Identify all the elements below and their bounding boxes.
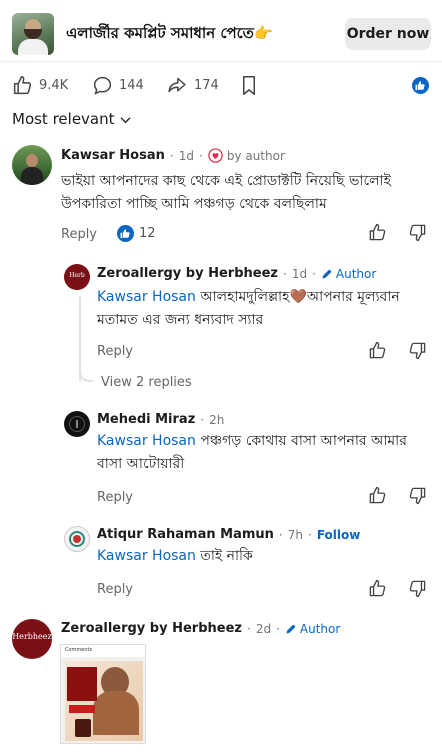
reply-button[interactable]: Reply bbox=[61, 227, 97, 242]
author-tag: Author bbox=[285, 622, 340, 636]
separator-dot: · bbox=[276, 621, 280, 636]
commenter-name[interactable]: Mehedi Miraz bbox=[97, 412, 195, 427]
reply-text-line2: বাসা আটোয়ারী bbox=[97, 456, 185, 472]
view-replies-button[interactable]: View 2 replies bbox=[101, 375, 192, 390]
like-comment-icon[interactable] bbox=[368, 579, 387, 602]
separator-dot: · bbox=[169, 148, 174, 163]
comment-image-attachment[interactable]: Comments bbox=[60, 644, 146, 744]
share-action[interactable]: 174 bbox=[166, 74, 219, 96]
pencil-icon bbox=[321, 268, 333, 280]
reply-text: Kawsar Hosan তাই নাকি bbox=[97, 545, 432, 568]
reply-text-body: পঞ্চগড় কোথায় বাসা আপনার আমার bbox=[195, 433, 407, 449]
dislike-comment-icon[interactable] bbox=[408, 579, 427, 602]
dislike-comment-icon[interactable] bbox=[408, 223, 427, 246]
reply-button[interactable]: Reply bbox=[97, 490, 133, 505]
reply-header: Atiqur Rahaman Mamun · 7h · Follow bbox=[97, 527, 360, 542]
order-now-button[interactable]: Order now bbox=[345, 18, 431, 50]
like-action[interactable]: 9.4K bbox=[12, 74, 68, 96]
mention-link[interactable]: Kawsar Hosan bbox=[97, 289, 196, 305]
avatar[interactable] bbox=[64, 526, 90, 552]
like-badge-icon bbox=[117, 225, 134, 242]
separator-dot: · bbox=[200, 412, 205, 427]
like-comment-icon[interactable] bbox=[368, 223, 387, 246]
share-arrow-icon bbox=[166, 75, 188, 96]
dislike-comment-icon[interactable] bbox=[408, 486, 427, 509]
reply-time: 1d bbox=[291, 266, 308, 281]
avatar[interactable] bbox=[64, 411, 90, 437]
author-tag: Author bbox=[321, 267, 376, 281]
comment-time: 1d bbox=[178, 148, 194, 163]
reaction-like-badge-icon bbox=[412, 77, 429, 94]
mention-link[interactable]: Kawsar Hosan bbox=[97, 433, 196, 449]
by-author-badge: by author bbox=[226, 148, 285, 163]
thumbs-up-icon bbox=[12, 75, 33, 96]
commenter-name[interactable]: Zeroallergy by Herbheez bbox=[61, 621, 242, 636]
brand-logo-avatar[interactable]: Herb bbox=[64, 264, 90, 290]
reply-text-body: তাই নাকি bbox=[195, 548, 253, 564]
reply-header: Mehedi Miraz · 2h bbox=[97, 412, 224, 427]
commenter-name[interactable]: Zeroallergy by Herbheez bbox=[97, 266, 278, 281]
reply-button[interactable]: Reply bbox=[97, 344, 133, 359]
reply-time: 7h bbox=[287, 527, 303, 542]
reply-time: 2h bbox=[209, 412, 225, 427]
ad-title[interactable]: এলার্জীর কমপ্লিট সমাধান পেতে👉 bbox=[66, 22, 273, 47]
save-action[interactable] bbox=[240, 74, 258, 96]
reply-text-body: আলহামদুলিল্লাহ🤎আপনার মূল্যবান bbox=[195, 289, 400, 305]
bookmark-icon bbox=[240, 75, 258, 96]
reply-text: Kawsar Hosan পঞ্চগড় কোথায় বাসা আপনার আ… bbox=[97, 430, 432, 476]
commenter-name[interactable]: Kawsar Hosan bbox=[61, 148, 165, 163]
like-comment-icon[interactable] bbox=[368, 341, 387, 364]
comment-time: 2d bbox=[255, 621, 272, 636]
comment-header: Kawsar Hosan · 1d · by author bbox=[61, 148, 285, 163]
image-header: Comments bbox=[61, 645, 145, 657]
reply-text-line2: মতামত এর জন্য ধন্যবাদ স্যার bbox=[97, 312, 264, 328]
author-heart-icon bbox=[208, 148, 223, 163]
separator-dot: · bbox=[307, 527, 312, 542]
comment-count: 144 bbox=[119, 77, 144, 93]
reply-text: Kawsar Hosan আলহামদুলিল্লাহ🤎আপনার মূল্যব… bbox=[97, 286, 432, 332]
comment-bubble-icon bbox=[92, 75, 113, 96]
avatar[interactable] bbox=[12, 145, 52, 185]
like-count: 9.4K bbox=[39, 77, 69, 93]
mention-link[interactable]: Kawsar Hosan bbox=[97, 548, 196, 564]
author-label: Author bbox=[299, 621, 341, 636]
author-label: Author bbox=[335, 266, 377, 281]
herbheez-logo: Herbheez bbox=[12, 632, 52, 641]
sort-dropdown[interactable]: Most relevant bbox=[12, 110, 131, 128]
advertiser-thumbnail[interactable] bbox=[12, 13, 54, 55]
comment-header: Zeroallergy by Herbheez · 2d · Author bbox=[61, 621, 340, 636]
reply-button[interactable]: Reply bbox=[97, 582, 133, 597]
pencil-icon bbox=[285, 623, 297, 635]
brand-logo-avatar[interactable]: Herbheez bbox=[12, 619, 52, 659]
commenter-name[interactable]: Atiqur Rahaman Mamun bbox=[97, 527, 274, 542]
separator-dot: · bbox=[312, 266, 316, 281]
herbheez-logo: Herb bbox=[69, 272, 85, 279]
sort-label: Most relevant bbox=[12, 110, 115, 128]
comment-reaction-count[interactable]: 12 bbox=[117, 225, 156, 242]
comment-text: ভাইয়া আপনাদের কাছ থেকে এই প্রোডাক্টটি ন… bbox=[61, 173, 391, 212]
share-count: 174 bbox=[194, 77, 219, 93]
reaction-count: 12 bbox=[139, 226, 156, 241]
sponsored-header: এলার্জীর কমপ্লিট সমাধান পেতে👉 Order now bbox=[0, 0, 442, 62]
comment-action[interactable]: 144 bbox=[92, 74, 144, 96]
separator-dot: · bbox=[278, 527, 283, 542]
reply-header: Zeroallergy by Herbheez · 1d · Author bbox=[97, 266, 376, 281]
like-comment-icon[interactable] bbox=[368, 486, 387, 509]
chevron-down-icon bbox=[115, 110, 131, 128]
post-action-bar: 9.4K 144 174 bbox=[0, 64, 442, 104]
follow-button[interactable]: Follow bbox=[317, 528, 361, 542]
separator-dot: · bbox=[246, 621, 251, 636]
thread-connector bbox=[79, 366, 93, 382]
dislike-comment-icon[interactable] bbox=[408, 341, 427, 364]
separator-dot: · bbox=[198, 148, 203, 163]
separator-dot: · bbox=[282, 266, 287, 281]
